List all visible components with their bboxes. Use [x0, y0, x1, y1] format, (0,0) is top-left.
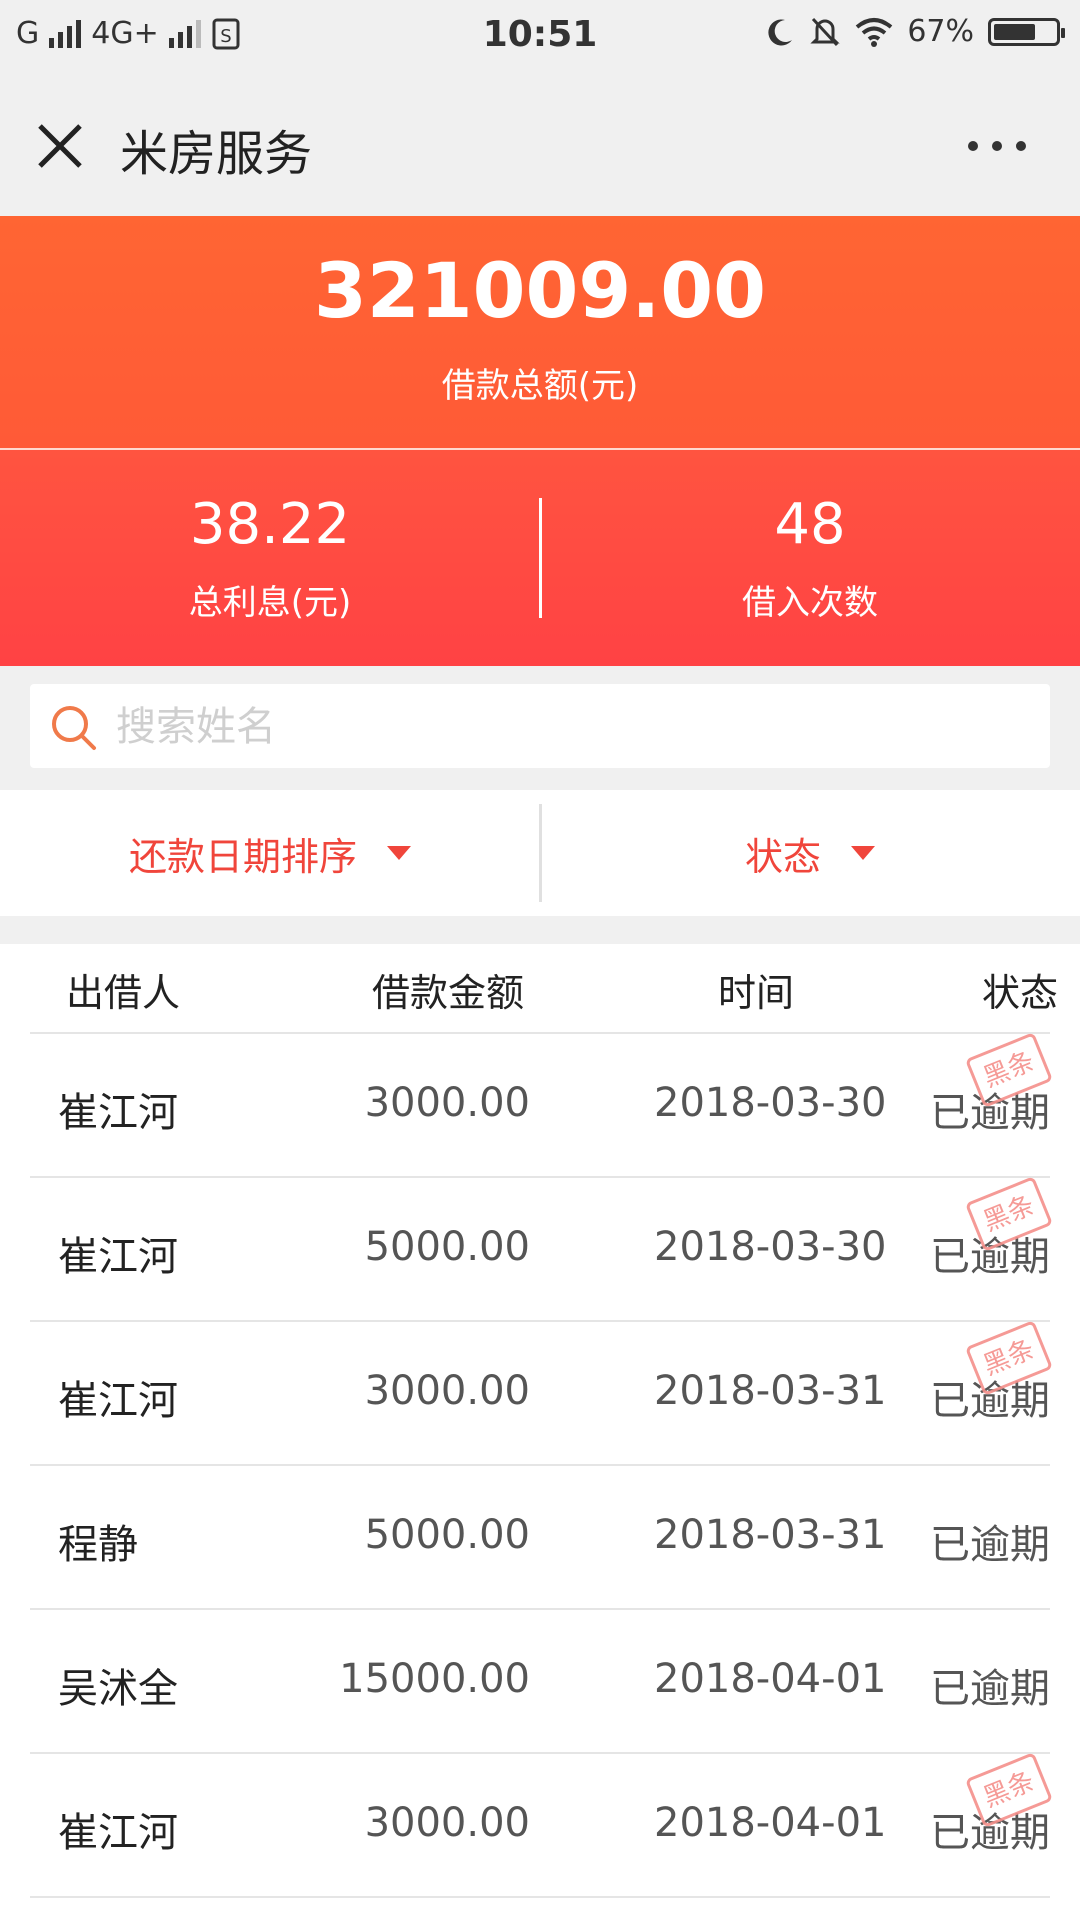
status-bar: G 4G+ S 10:51 67% [0, 0, 1080, 72]
moon-icon [768, 18, 793, 45]
count-value: 48 [774, 492, 846, 557]
table-row[interactable]: 崔江河 5000.00 2018-03-30 已逾期 黑条 [30, 1176, 1054, 1322]
date-cell: 2018-04-01 [654, 1800, 887, 1846]
interest-value: 38.22 [189, 492, 351, 557]
header-time: 时间 [718, 971, 795, 1015]
total-amount: 321009.00 [314, 246, 766, 335]
status-bar-right: 67% [765, 14, 1065, 49]
table-row[interactable]: 崔江河 3000.00 2018-03-31 已逾期 黑条 [30, 1320, 1054, 1466]
lender-cell: 崔江河 [58, 1378, 178, 1424]
table-row[interactable]: 崔江河 3000.00 2018-04-01 已逾期 黑条 [30, 1752, 1054, 1898]
status-cell: 已逾期 [930, 1666, 1050, 1712]
search-area [0, 666, 1080, 790]
sort-by-date-dropdown[interactable]: 还款日期排序 [0, 790, 540, 916]
summary-total-panel: 321009.00 借款总额(元) [0, 216, 1080, 448]
search-input[interactable] [114, 696, 1018, 758]
amount-cell: 15000.00 [339, 1656, 530, 1702]
wifi-icon [856, 17, 893, 47]
table-row[interactable]: 崔江河 3000.00 2018-03-30 已逾期 黑条 [30, 1032, 1054, 1178]
amount-cell: 5000.00 [364, 1224, 530, 1270]
search-icon [52, 706, 96, 750]
status-filter-dropdown[interactable]: 状态 [540, 790, 1080, 916]
header-amount: 借款金额 [372, 971, 525, 1015]
count-stat: 48 借入次数 [540, 492, 1080, 624]
lender-cell: 崔江河 [58, 1810, 178, 1856]
battery-percent: 67% [907, 14, 974, 49]
loan-table: 出借人 借款金额 时间 状态 崔江河 3000.00 2018-03-30 已逾期 黑条… [0, 944, 1080, 1920]
more-menu-icon[interactable] [968, 126, 1040, 166]
interest-stat: 38.22 总利息(元) [0, 492, 540, 624]
table-header: 出借人 借款金额 时间 状态 [0, 944, 1080, 1032]
table-row-divider [30, 1896, 1050, 1918]
table-row[interactable]: 吴沭全 15000.00 2018-04-01 已逾期 [30, 1608, 1050, 1754]
status-filter-label: 状态 [744, 834, 821, 879]
nav-bar: 米房服务 [0, 72, 1080, 216]
table-row[interactable]: 程静 5000.00 2018-03-31 已逾期 [30, 1464, 1050, 1610]
status-cell: 已逾期 [930, 1522, 1050, 1568]
lender-cell: 崔江河 [58, 1090, 178, 1136]
date-cell: 2018-03-30 [654, 1080, 887, 1126]
date-cell: 2018-03-31 [654, 1512, 887, 1558]
date-cell: 2018-03-30 [654, 1224, 887, 1270]
page-title: 米房服务 [120, 126, 313, 182]
sort-label: 还款日期排序 [128, 834, 357, 879]
mute-bell-icon [810, 17, 840, 46]
header-status: 状态 [982, 971, 1059, 1015]
count-label: 借入次数 [742, 583, 878, 623]
caret-down-icon [387, 846, 411, 860]
summary-stats-panel: 38.22 总利息(元) 48 借入次数 [0, 450, 1080, 666]
lender-cell: 崔江河 [58, 1234, 178, 1280]
date-cell: 2018-03-31 [654, 1368, 887, 1414]
date-cell: 2018-04-01 [654, 1656, 887, 1702]
lender-cell: 吴沭全 [58, 1666, 178, 1712]
close-icon[interactable] [30, 116, 90, 176]
interest-label: 总利息(元) [188, 583, 352, 623]
filter-row: 还款日期排序 状态 [0, 790, 1080, 916]
battery-icon [988, 17, 1065, 46]
caret-down-icon [851, 846, 875, 860]
total-amount-label: 借款总额(元) [441, 366, 639, 406]
amount-cell: 3000.00 [364, 1800, 530, 1846]
search-box[interactable] [30, 684, 1050, 768]
amount-cell: 3000.00 [364, 1368, 530, 1414]
amount-cell: 3000.00 [364, 1080, 530, 1126]
amount-cell: 5000.00 [364, 1512, 530, 1558]
header-lender: 出借人 [66, 971, 181, 1015]
lender-cell: 程静 [58, 1522, 138, 1568]
